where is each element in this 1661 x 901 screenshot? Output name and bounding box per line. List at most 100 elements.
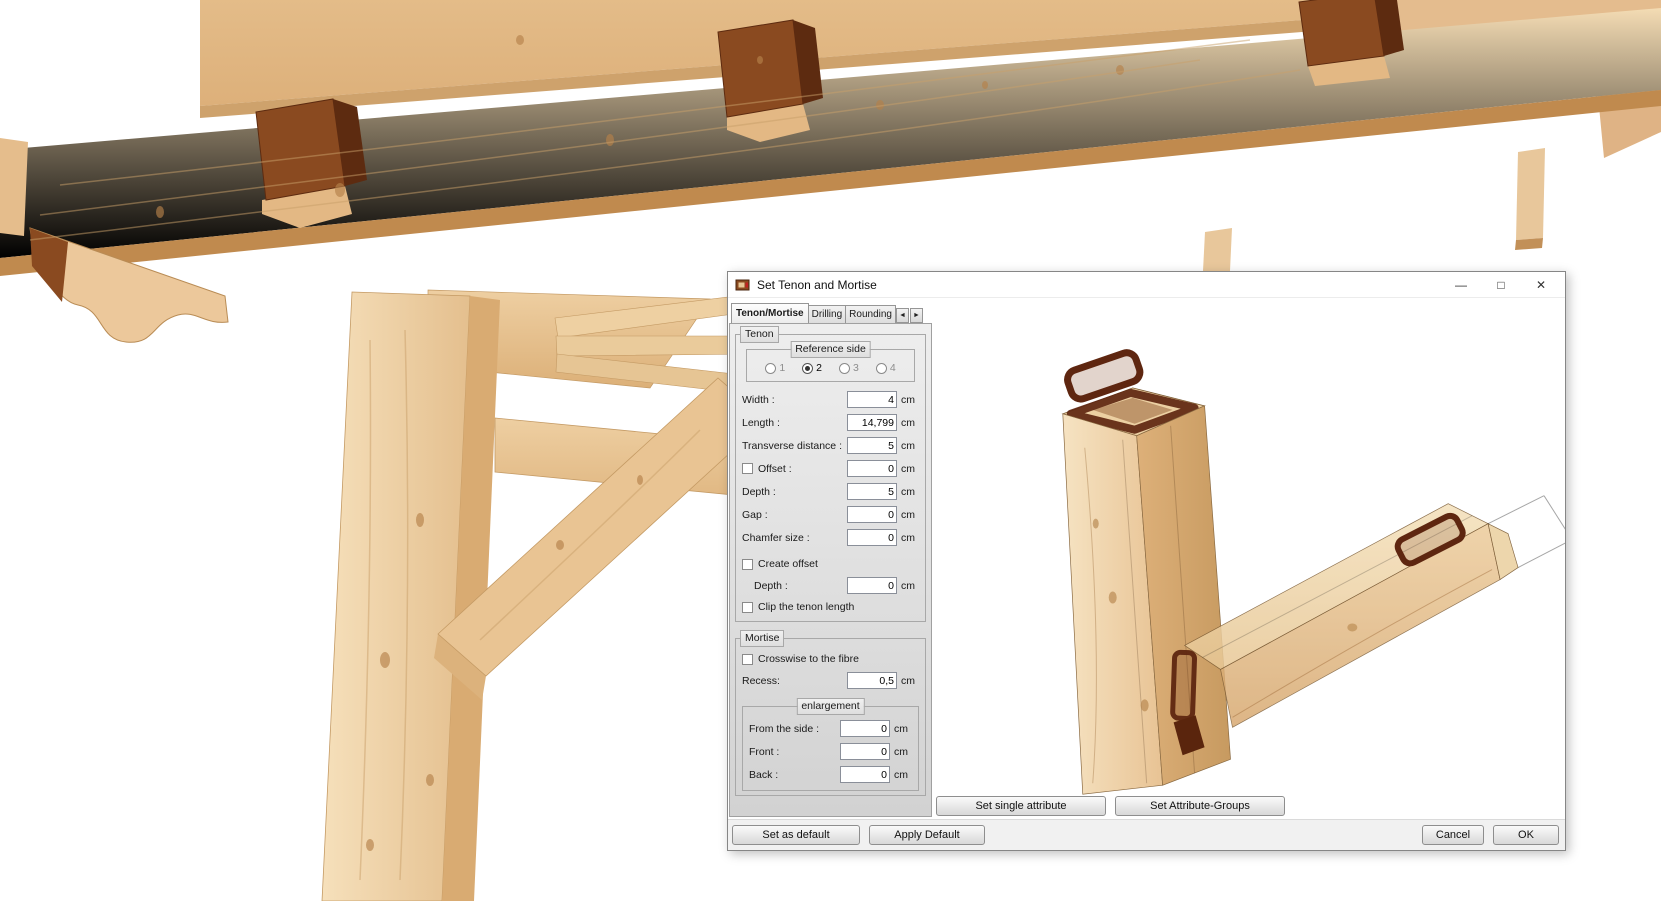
offset-checkbox[interactable]: [742, 463, 753, 474]
offset-depth-row: Depth : cm: [742, 574, 919, 597]
gap-input[interactable]: [847, 506, 897, 523]
clip-tenon-length-label: Clip the tenon length: [758, 601, 855, 613]
tab-page-tenon-mortise: Tenon Reference side 1 2 3 4 Width: 4 c…: [729, 323, 932, 817]
reference-radio-4[interactable]: 4: [875, 362, 896, 374]
from-side-unit: cm: [894, 722, 908, 735]
chamfer-size-unit: cm: [901, 531, 915, 544]
gap-label: Gap :: [742, 508, 768, 521]
tab-tenon-mortise[interactable]: Tenon/Mortise: [731, 303, 809, 323]
enlargement-group: enlargement From the side : cm Front : c…: [742, 698, 919, 791]
enlargement-group-label: enlargement: [796, 698, 865, 715]
recess-input[interactable]: [847, 672, 897, 689]
radio-label: 4: [889, 362, 896, 374]
from-side-row: From the side : cm: [749, 717, 912, 740]
attribute-buttons: Set single attribute Set Attribute-Group…: [936, 796, 1285, 816]
mortise-group-label: Mortise: [740, 630, 785, 647]
minimize-icon[interactable]: —: [1441, 273, 1481, 297]
close-icon[interactable]: ✕: [1521, 273, 1561, 297]
width-row: Width : cm: [742, 388, 919, 411]
offset-unit: cm: [901, 462, 915, 475]
reference-side-label: Reference side: [790, 341, 871, 358]
reference-side-group: Reference side 1 2 3 4: [746, 341, 915, 382]
radio-icon: [839, 362, 850, 374]
depth-label: Depth :: [742, 485, 776, 498]
tab-scroll-left-icon[interactable]: ◄: [895, 308, 909, 323]
gap-unit: cm: [901, 508, 915, 521]
gap-row: Gap : cm: [742, 503, 919, 526]
set-single-attribute-button[interactable]: Set single attribute: [936, 796, 1106, 816]
from-side-input[interactable]: [840, 720, 890, 737]
transverse-distance-unit: cm: [901, 439, 915, 452]
tab-drilling[interactable]: Drilling: [807, 305, 847, 323]
chamfer-size-input[interactable]: [847, 529, 897, 546]
dialog-titlebar[interactable]: Set Tenon and Mortise — □ ✕: [728, 272, 1565, 298]
radio-label: 2: [816, 362, 822, 374]
clip-tenon-length-checkbox[interactable]: [742, 601, 753, 613]
recess-label: Recess:: [742, 674, 780, 687]
front-input[interactable]: [840, 743, 890, 760]
reference-radio-2[interactable]: 2: [802, 362, 822, 374]
chamfer-size-row: Chamfer size : cm: [742, 526, 919, 549]
back-label: Back :: [749, 768, 779, 781]
offset-label: Offset :: [758, 462, 792, 475]
ok-button[interactable]: OK: [1493, 825, 1559, 845]
crosswise-label: Crosswise to the fibre: [758, 653, 859, 665]
dialog-icon: [735, 277, 751, 293]
offset-depth-input[interactable]: [847, 577, 897, 594]
window-controls: — □ ✕: [1441, 273, 1561, 297]
depth-unit: cm: [901, 485, 915, 498]
dialog-title: Set Tenon and Mortise: [757, 277, 877, 292]
length-row: Length : cm: [742, 411, 919, 434]
offset-depth-unit: cm: [901, 579, 915, 592]
tab-rounding[interactable]: Rounding: [845, 305, 896, 323]
apply-default-button[interactable]: Apply Default: [869, 825, 985, 845]
depth-input[interactable]: [847, 483, 897, 500]
set-as-default-button[interactable]: Set as default: [732, 825, 860, 845]
radio-icon: [875, 362, 887, 374]
back-unit: cm: [894, 768, 908, 781]
crosswise-row: Crosswise to the fibre: [742, 649, 919, 669]
length-label: Length :: [742, 416, 780, 429]
front-unit: cm: [894, 745, 908, 758]
reference-radio-1[interactable]: 1: [765, 362, 785, 374]
recess-unit: cm: [901, 674, 915, 687]
create-offset-label: Create offset: [758, 558, 818, 570]
crosswise-checkbox[interactable]: [742, 653, 753, 665]
radio-icon: [802, 362, 814, 374]
offset-depth-label: Depth :: [754, 579, 788, 592]
offset-row: Offset : cm: [742, 457, 919, 480]
tab-strip: Tenon/Mortise Drilling Rounding ◄ ►: [728, 298, 933, 323]
width-unit: cm: [901, 393, 915, 406]
tenon-group: Tenon Reference side 1 2 3 4 Width: 4 c…: [735, 326, 926, 622]
reference-side-radios: 1 2 3 4: [753, 360, 908, 377]
cancel-button[interactable]: Cancel: [1422, 825, 1484, 845]
mortise-group: Mortise Crosswise to the fibre Recess: c…: [735, 630, 926, 796]
transverse-distance-label: Transverse distance :: [742, 439, 842, 452]
maximize-icon[interactable]: □: [1481, 273, 1521, 297]
length-unit: cm: [901, 416, 915, 429]
set-attribute-groups-button[interactable]: Set Attribute-Groups: [1115, 796, 1285, 816]
recess-row: Recess: cm: [742, 669, 919, 692]
front-label: Front :: [749, 745, 780, 758]
chamfer-size-label: Chamfer size :: [742, 531, 810, 544]
tab-scroll-right-icon[interactable]: ►: [909, 308, 923, 323]
from-side-label: From the side :: [749, 722, 820, 735]
transverse-distance-row: Transverse distance : cm: [742, 434, 919, 457]
back-row: Back : cm: [749, 763, 912, 786]
transverse-distance-input[interactable]: [847, 437, 897, 454]
width-input[interactable]: [847, 391, 897, 408]
clip-tenon-length-row: Clip the tenon length: [742, 597, 919, 617]
front-row: Front : cm: [749, 740, 912, 763]
length-input[interactable]: [847, 414, 897, 431]
tenon-group-label: Tenon: [740, 326, 779, 343]
offset-input[interactable]: [847, 460, 897, 477]
set-tenon-mortise-dialog: Set Tenon and Mortise — □ ✕ Tenon/Mortis…: [727, 271, 1566, 851]
reference-radio-3[interactable]: 3: [839, 362, 859, 374]
back-input[interactable]: [840, 766, 890, 783]
preview-3d-viewport[interactable]: Set single attribute Set Attribute-Group…: [933, 298, 1565, 819]
create-offset-row: Create offset: [742, 554, 919, 574]
preview-3d-scene: [1061, 349, 1565, 795]
create-offset-checkbox[interactable]: [742, 558, 753, 570]
depth-row: Depth : cm: [742, 480, 919, 503]
radio-label: 3: [853, 362, 859, 374]
